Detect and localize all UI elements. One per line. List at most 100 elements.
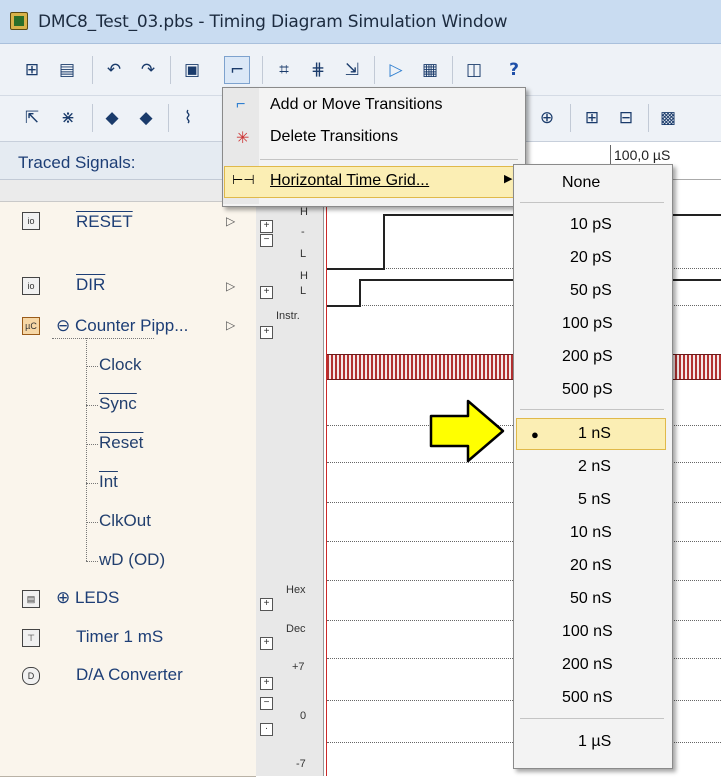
zoom-icon[interactable]: ⊕ [535,105,559,131]
document-icon[interactable]: ▤ [55,57,79,83]
grid-option-none[interactable]: None [562,174,600,192]
grid-option-5ns[interactable]: 5 nS [578,491,611,509]
help-icon[interactable]: ? [502,57,526,83]
signal-name-leds: ⊕ LEDS [56,588,120,607]
waveform-dir [327,305,361,307]
scale-instr: Instr. [276,310,300,322]
scale-dec: Dec [286,623,306,635]
signal-row-leds[interactable]: ▤ ⊕ LEDS [0,579,256,620]
digital-io-icon: io [22,277,40,295]
window-title: DMC8_Test_03.pbs - Timing Diagram Simula… [38,12,508,32]
grid-option-200ns[interactable]: 200 nS [562,656,613,674]
grid-tool-icon[interactable]: ⌗ [272,57,296,83]
delete-transition-icon: ✳ [236,130,250,147]
signal-name-counter: ⊖ Counter Pipp... [56,316,189,335]
bus-expand-icon[interactable]: ⊟ [614,105,638,131]
scale-plus7: +7 [292,661,305,673]
probe-icon[interactable]: ▷ [226,318,235,332]
scale-low: L [300,248,307,260]
wave-icon[interactable]: ⌇ [176,105,200,131]
traced-signals-label: Traced Signals: [18,153,136,172]
expand-icon[interactable]: + [260,677,273,690]
microcontroller-icon: µC [22,317,40,335]
move-right-icon[interactable]: ◆ [134,105,158,131]
time-ruler-label: 100,0 µS [614,147,671,163]
scale-hex: Hex [286,584,306,596]
tree-view-icon[interactable]: ⊞ [20,57,44,83]
grid-option-20ns[interactable]: 20 nS [570,557,612,575]
grid-option-1ns[interactable]: 1 nS [578,425,611,443]
timer-icon: ⊤ [22,629,40,647]
collapse-icon[interactable]: − [260,697,273,710]
child-signal-reset[interactable]: Reset [99,433,143,453]
signal-name-reset: RESET [76,212,133,231]
child-signal-clock[interactable]: Clock [99,355,142,375]
signal-name-da: D/A Converter [76,665,183,684]
grid-option-50ns[interactable]: 50 nS [570,590,612,608]
scale-high: H [300,206,308,218]
grid-option-20ps[interactable]: 20 pS [570,249,612,267]
grid-option-500ns[interactable]: 500 nS [562,689,613,707]
add-transition-icon: ⌐ [236,96,246,113]
probe-icon[interactable]: ▷ [226,214,235,228]
grid-option-100ps[interactable]: 100 pS [562,315,613,333]
menu-item-time-grid[interactable]: Horizontal Time Grid... [270,172,429,190]
stop-grid-icon[interactable]: ▦ [418,57,442,83]
led-bar-icon: ▤ [22,590,40,608]
redo-icon[interactable]: ↷ [136,57,160,83]
child-signal-wd[interactable]: wD (OD) [99,550,165,570]
time-grid-icon: ⊢⊣ [232,172,255,187]
pointer-arrow-icon [429,399,505,463]
select-tool-icon[interactable]: ⇲ [340,57,364,83]
app-icon [10,12,28,30]
grid-option-500ps[interactable]: 500 pS [562,381,613,399]
menu-item-add-move[interactable]: Add or Move Transitions [270,96,443,114]
panel-icon[interactable]: ◫ [462,57,486,83]
menu-item-delete[interactable]: Delete Transitions [270,128,398,146]
scale-minus7: -7 [296,758,306,770]
bus-icon[interactable]: ⊞ [580,105,604,131]
expand-icon[interactable]: + [260,326,273,339]
dac-icon: D [22,667,40,685]
signal-row-da[interactable]: D D/A Converter [0,657,256,777]
panel-spacer [0,180,256,202]
probe-icon[interactable]: ▷ [226,279,235,293]
selected-bullet-icon: ● [531,427,539,442]
chip-icon[interactable]: ▩ [656,105,680,131]
scale-zero: 0 [300,710,307,722]
grid-option-2ns[interactable]: 2 nS [578,458,611,476]
child-signal-clkout[interactable]: ClkOut [99,511,151,531]
grid-option-10ns[interactable]: 10 nS [570,524,612,542]
signal-name-dir: DIR [76,275,106,294]
align-tool-icon[interactable]: ⋕ [306,57,330,83]
grid-option-100ns[interactable]: 100 nS [562,623,613,641]
scale-low: L [300,285,307,297]
clipboard-icon[interactable]: ▣ [180,57,204,83]
signal-row-dir[interactable]: io DIR ▷ [0,265,256,310]
signal-row-reset[interactable]: io RESET ▷ [0,202,256,266]
signal-name-timer: Timer 1 mS [76,627,164,646]
waveform-reset [327,268,385,270]
undo-icon[interactable]: ↶ [102,57,126,83]
grid-option-50ps[interactable]: 50 pS [570,282,612,300]
expand-icon[interactable]: + [260,598,273,611]
expand-icon[interactable]: + [260,286,273,299]
submenu-arrow-icon: ▶ [504,173,513,185]
signal-row-timer[interactable]: ⊤ Timer 1 mS [0,619,256,658]
fit-icon[interactable]: · [260,723,273,736]
signal-icon[interactable]: ⋇ [56,105,80,131]
digital-io-icon: io [22,212,40,230]
grid-option-200ps[interactable]: 200 pS [562,348,613,366]
child-signal-int[interactable]: Int [99,472,118,492]
grid-option-1us[interactable]: 1 µS [578,733,611,751]
transitions-tool-icon[interactable]: ⌐ [224,56,250,84]
pointer-icon[interactable]: ⇱ [20,105,44,131]
expand-icon[interactable]: + [260,637,273,650]
scale-high: H [300,270,308,282]
run-icon[interactable]: ▷ [384,57,408,83]
grid-option-10ps[interactable]: 10 pS [570,216,612,234]
expand-icon[interactable]: + [260,220,273,233]
move-left-icon[interactable]: ◆ [100,105,124,131]
collapse-icon[interactable]: − [260,234,273,247]
child-signal-sync[interactable]: Sync [99,394,137,414]
